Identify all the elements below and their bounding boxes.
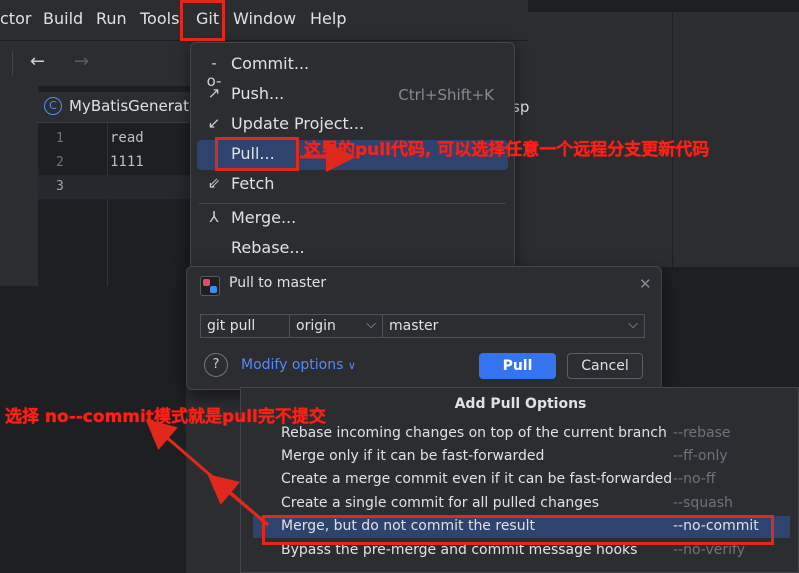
annotation-arrows	[145, 142, 356, 527]
arrow-to-no-commit-note-secondary	[207, 474, 269, 527]
